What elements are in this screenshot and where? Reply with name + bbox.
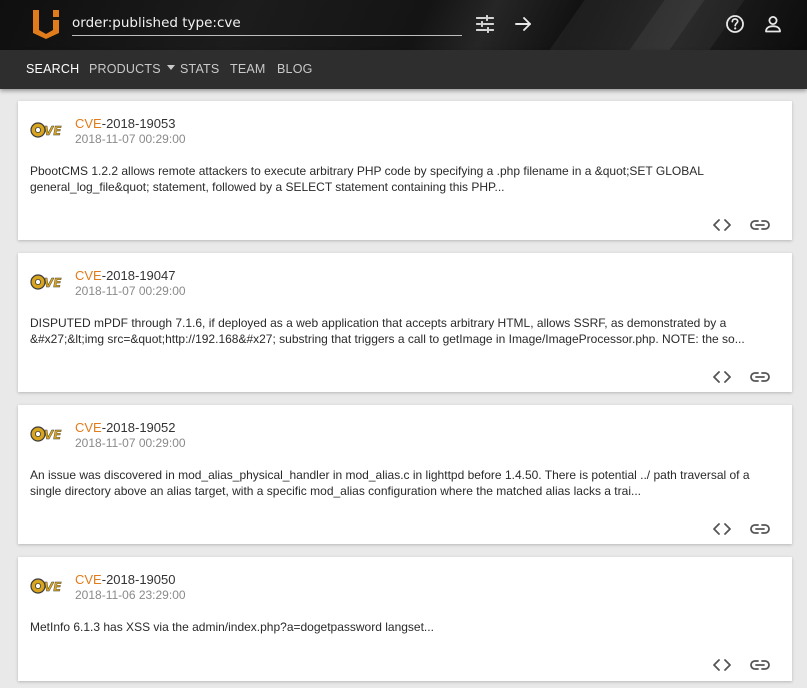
link-icon[interactable] [749, 368, 771, 386]
arrow-right-icon[interactable] [513, 14, 533, 34]
result-card: VE CVE-2018-19052 2018-11-07 00:29:00 An… [18, 405, 792, 544]
caret-down-icon [166, 65, 175, 71]
cve-logo-icon: VE [30, 578, 62, 594]
nav-search[interactable]: SEARCH [26, 50, 79, 89]
result-card: VE CVE-2018-19050 2018-11-06 23:29:00 Me… [18, 557, 792, 681]
nav-products-label: PRODUCTS [89, 62, 161, 76]
result-id-number: -2018-19050 [101, 572, 176, 587]
result-description: PbootCMS 1.2.2 allows remote attackers t… [30, 164, 704, 194]
result-id-number: -2018-19047 [101, 268, 176, 283]
search-input[interactable] [72, 12, 462, 34]
code-brackets-icon[interactable] [711, 216, 733, 234]
tune-sliders-icon[interactable] [475, 14, 495, 34]
result-date: 2018-11-07 00:29:00 [75, 436, 186, 450]
result-id-number: -2018-19053 [101, 116, 176, 131]
result-description: DISPUTED mPDF through 7.1.6, if deployed… [30, 316, 745, 346]
code-brackets-icon[interactable] [711, 368, 733, 386]
nav-team[interactable]: TEAM [230, 50, 266, 89]
nav-products-dropdown[interactable]: PRODUCTS [89, 50, 175, 89]
result-date: 2018-11-07 00:29:00 [75, 284, 186, 298]
link-icon[interactable] [749, 520, 771, 538]
link-icon[interactable] [749, 656, 771, 674]
result-date: 2018-11-07 00:29:00 [75, 132, 186, 146]
result-type-prefix: CVE [75, 116, 102, 131]
result-description: MetInfo 6.1.3 has XSS via the admin/inde… [30, 620, 434, 634]
result-type-prefix: CVE [75, 420, 102, 435]
nav-search-label: SEARCH [26, 62, 80, 76]
result-id-number: -2018-19052 [101, 420, 176, 435]
result-card: VE CVE-2018-19053 2018-11-07 00:29:00 Pb… [18, 101, 792, 240]
search-box [72, 12, 462, 36]
svg-text:VE: VE [44, 428, 62, 442]
code-brackets-icon[interactable] [711, 656, 733, 674]
nav-team-label: TEAM [230, 62, 266, 76]
top-bar [0, 0, 807, 50]
svg-text:VE: VE [44, 580, 62, 594]
result-type-prefix: CVE [75, 572, 102, 587]
cve-logo-icon: VE [30, 122, 62, 138]
nav-stats[interactable]: STATS [180, 50, 219, 89]
nav-stats-label: STATS [180, 62, 220, 76]
help-circle-icon[interactable] [725, 14, 745, 34]
code-brackets-icon[interactable] [711, 520, 733, 538]
user-icon[interactable] [763, 14, 783, 34]
vulners-logo-icon[interactable] [31, 8, 61, 40]
svg-text:VE: VE [44, 276, 62, 290]
nav-blog[interactable]: BLOG [277, 50, 313, 89]
result-id[interactable]: CVE-2018-19052 [75, 420, 175, 435]
link-icon[interactable] [749, 216, 771, 234]
result-id[interactable]: CVE-2018-19053 [75, 116, 175, 131]
result-id[interactable]: CVE-2018-19047 [75, 268, 175, 283]
cve-logo-icon: VE [30, 426, 62, 442]
result-id[interactable]: CVE-2018-19050 [75, 572, 175, 587]
cve-logo-icon: VE [30, 274, 62, 290]
result-type-prefix: CVE [75, 268, 102, 283]
svg-text:VE: VE [44, 124, 62, 138]
result-card: VE CVE-2018-19047 2018-11-07 00:29:00 DI… [18, 253, 792, 392]
nav-blog-label: BLOG [277, 62, 313, 76]
result-date: 2018-11-06 23:29:00 [75, 588, 186, 602]
result-description: An issue was discovered in mod_alias_phy… [30, 468, 750, 498]
main-nav: SEARCH PRODUCTS STATS TEAM BLOG [0, 50, 807, 89]
